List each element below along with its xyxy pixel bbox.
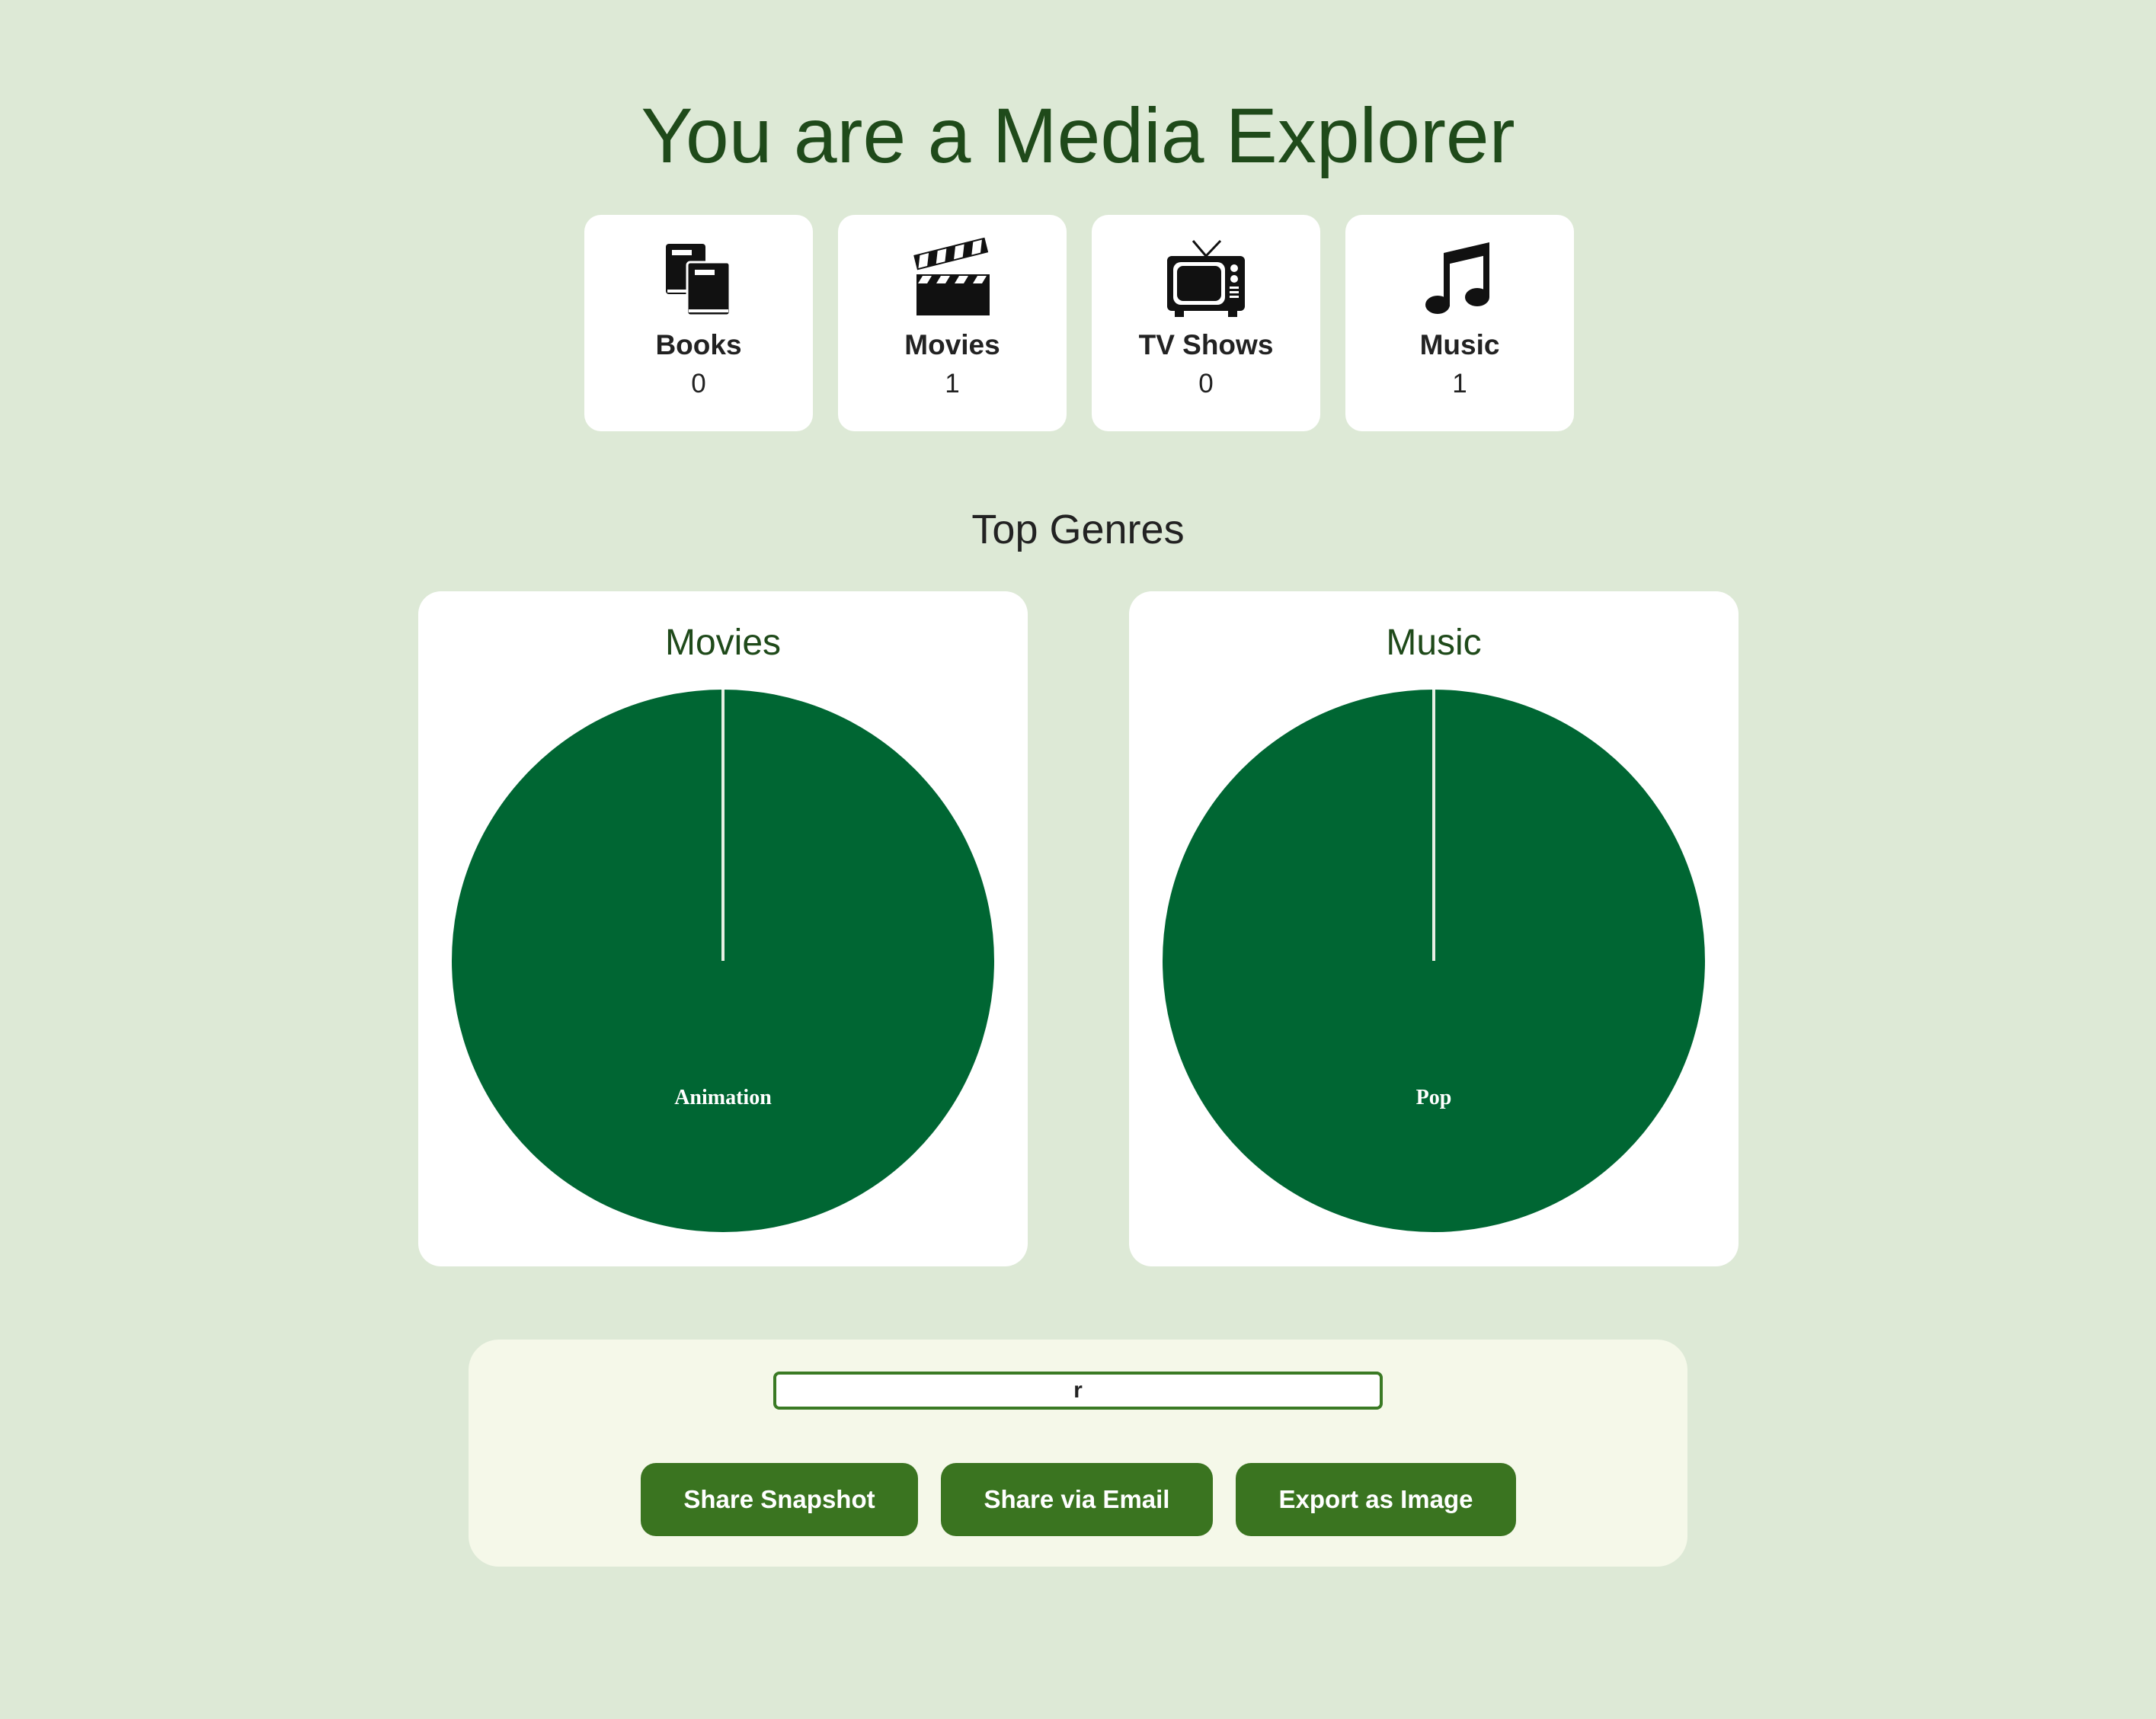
clapperboard-icon	[913, 237, 990, 315]
stat-card-tv-shows: TV Shows 0	[1092, 215, 1320, 431]
music-note-icon	[1425, 242, 1489, 314]
stat-count: 0	[691, 369, 706, 399]
music-chart-card: Music Pop	[1129, 591, 1739, 1266]
movies-pie-chart: Animation	[452, 690, 994, 1232]
stat-label: Books	[655, 329, 742, 360]
stat-label: Music	[1419, 329, 1500, 360]
share-panel: Share Snapshot Share via Email Export as…	[469, 1340, 1687, 1567]
pie-slice-label: Pop	[1416, 1086, 1452, 1109]
television-icon	[1167, 239, 1245, 317]
stats-row: Books 0 Movies 1 TV Shows 0 Music 1	[584, 215, 1574, 431]
books-icon	[666, 244, 731, 317]
stat-count: 1	[1452, 369, 1467, 399]
stat-card-movies: Movies 1	[838, 215, 1067, 431]
page-title: You are a Media Explorer	[641, 92, 1515, 179]
stat-label: Movies	[904, 329, 1000, 360]
snapshot-input[interactable]	[773, 1372, 1383, 1410]
share-button-row: Share Snapshot Share via Email Export as…	[641, 1463, 1516, 1536]
movies-chart-card: Movies Animation	[418, 591, 1028, 1266]
page: You are a Media Explorer Books 0 Movies …	[0, 0, 2156, 1719]
share-snapshot-button[interactable]: Share Snapshot	[641, 1463, 918, 1536]
stat-card-books: Books 0	[584, 215, 813, 431]
chart-title: Music	[1386, 623, 1482, 663]
share-via-email-button[interactable]: Share via Email	[941, 1463, 1213, 1536]
export-as-image-button[interactable]: Export as Image	[1236, 1463, 1516, 1536]
pie-slice-label: Animation	[674, 1086, 772, 1109]
stat-label: TV Shows	[1138, 329, 1274, 360]
stat-count: 0	[1198, 369, 1214, 399]
music-pie-chart: Pop	[1163, 690, 1705, 1232]
top-genres-heading: Top Genres	[971, 507, 1185, 552]
stat-card-music: Music 1	[1345, 215, 1574, 431]
chart-title: Movies	[664, 623, 782, 663]
stat-count: 1	[945, 369, 960, 399]
